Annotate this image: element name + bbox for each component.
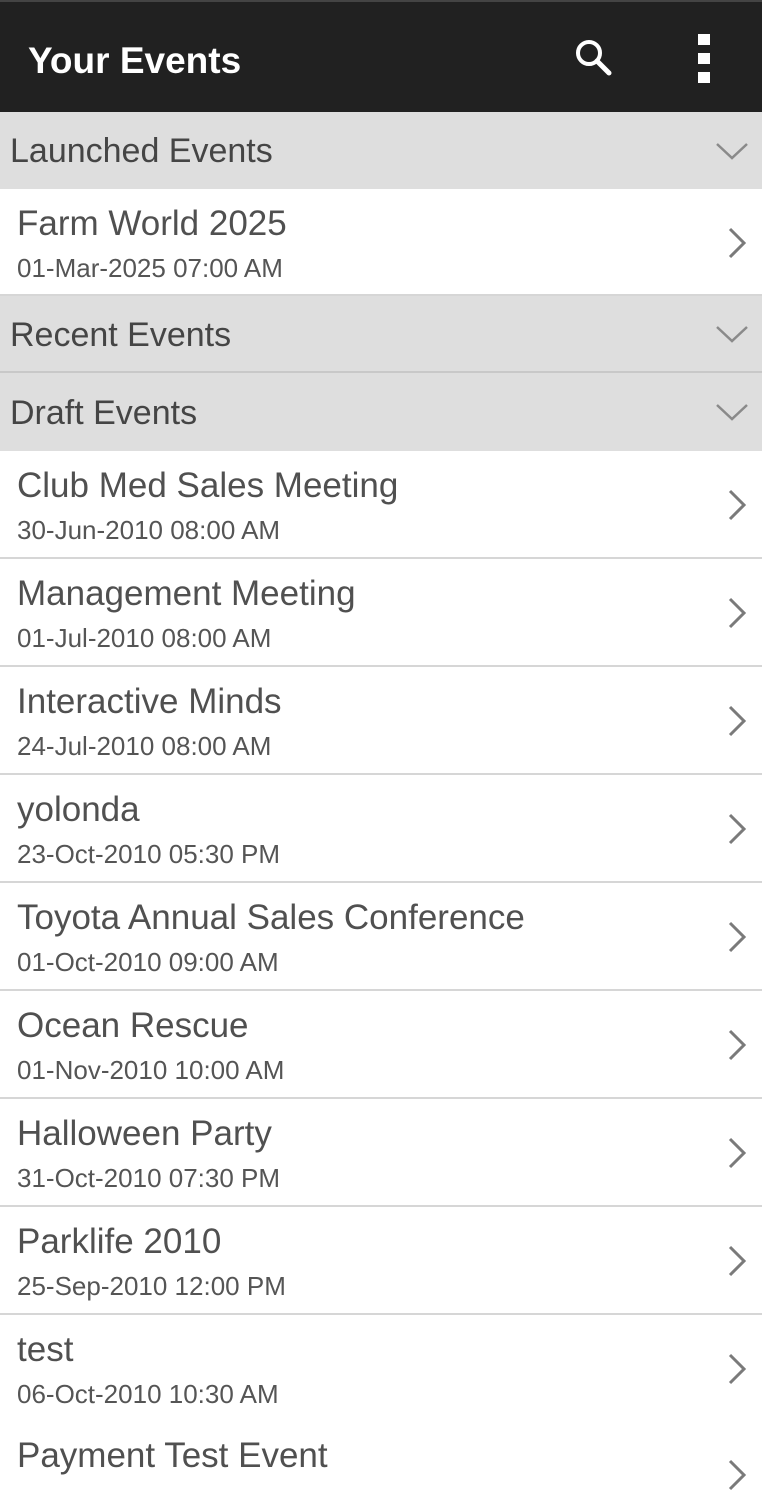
event-name: Farm World 2025: [17, 204, 287, 243]
chevron-right-icon: [728, 1353, 747, 1385]
event-date: 01-Oct-2010 09:00 AM: [17, 947, 279, 977]
chevron-right-icon: [728, 921, 747, 953]
chevron-down-icon: [716, 143, 748, 160]
chevron-right-icon: [728, 1137, 747, 1169]
event-date: 30-Jun-2010 08:00 AM: [17, 515, 281, 545]
event-name: Club Med Sales Meeting: [17, 466, 399, 505]
list-item[interactable]: test 06-Oct-2010 10:30 AM: [0, 1315, 762, 1423]
event-date: 23-Oct-2010 05:30 PM: [17, 839, 281, 869]
event-date: 01-Jul-2010 08:00 AM: [17, 623, 272, 653]
section-draft-events[interactable]: Draft Events: [0, 373, 762, 451]
list-item[interactable]: Farm World 2025 01-Mar-2025 07:00 AM: [0, 189, 762, 296]
list-item[interactable]: Interactive Minds 24-Jul-2010 08:00 AM: [0, 667, 762, 775]
chevron-down-icon: [716, 326, 748, 343]
list-item[interactable]: Club Med Sales Meeting 30-Jun-2010 08:00…: [0, 451, 762, 559]
section-label: Recent Events: [10, 316, 232, 354]
chevron-right-icon: [728, 489, 747, 521]
chevron-right-icon: [728, 227, 747, 259]
event-name: test: [17, 1330, 74, 1369]
section-launched-events[interactable]: Launched Events: [0, 112, 762, 189]
event-name: Ocean Rescue: [17, 1006, 249, 1045]
section-label: Draft Events: [10, 394, 198, 432]
app-bar: Your Events: [0, 0, 762, 112]
event-date: 01-Nov-2010 10:00 AM: [17, 1055, 285, 1085]
event-name: Management Meeting: [17, 574, 356, 613]
event-name: Interactive Minds: [17, 682, 282, 721]
event-name: Halloween Party: [17, 1114, 272, 1153]
list-item[interactable]: Parklife 2010 25-Sep-2010 12:00 PM: [0, 1207, 762, 1315]
list-item[interactable]: Toyota Annual Sales Conference 01-Oct-20…: [0, 883, 762, 991]
section-recent-events[interactable]: Recent Events: [0, 296, 762, 373]
list-item[interactable]: yolonda 23-Oct-2010 05:30 PM: [0, 775, 762, 883]
list-item[interactable]: Halloween Party 31-Oct-2010 07:30 PM: [0, 1099, 762, 1207]
event-name: Toyota Annual Sales Conference: [17, 898, 525, 937]
chevron-right-icon: [728, 597, 747, 629]
event-name: Payment Test Event: [17, 1436, 328, 1475]
section-label: Launched Events: [10, 132, 273, 170]
event-date: 24-Jul-2010 08:00 AM: [17, 731, 272, 761]
event-name: yolonda: [17, 790, 140, 829]
list-item[interactable]: Payment Test Event: [0, 1421, 762, 1491]
chevron-right-icon: [728, 705, 747, 737]
event-name: Parklife 2010: [17, 1222, 222, 1261]
list-item[interactable]: Management Meeting 01-Jul-2010 08:00 AM: [0, 559, 762, 667]
event-date: 25-Sep-2010 12:00 PM: [17, 1271, 286, 1301]
chevron-right-icon: [728, 813, 747, 845]
event-date: 01-Mar-2025 07:00 AM: [17, 253, 283, 283]
chevron-down-icon: [716, 404, 748, 421]
page-title: Your Events: [28, 40, 242, 81]
chevron-right-icon: [728, 1245, 747, 1277]
chevron-right-icon: [728, 1029, 747, 1061]
event-date: 31-Oct-2010 07:30 PM: [17, 1163, 281, 1193]
list-item[interactable]: Ocean Rescue 01-Nov-2010 10:00 AM: [0, 991, 762, 1099]
event-date: 06-Oct-2010 10:30 AM: [17, 1379, 279, 1409]
chevron-right-icon: [728, 1459, 747, 1491]
search-icon[interactable]: [568, 32, 620, 84]
more-vert-icon[interactable]: [686, 30, 722, 88]
